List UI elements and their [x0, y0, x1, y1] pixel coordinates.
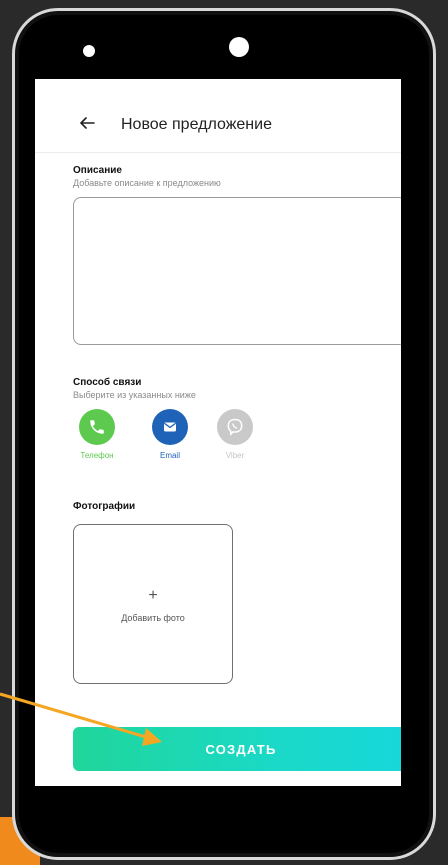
annotation-arrow-icon [0, 692, 162, 746]
photos-title: Фотографии [73, 501, 136, 512]
phone-icon [79, 409, 115, 445]
app-screen: Новое предложение Описание Добавьте опис… [35, 79, 401, 786]
description-textarea[interactable] [73, 197, 401, 345]
add-photo-label: Добавить фото [121, 613, 185, 623]
contact-label-viber: Viber [225, 451, 245, 460]
create-button-label: СОЗДАТЬ [205, 741, 277, 757]
description-subtitle: Добавьте описание к предложению [73, 178, 221, 188]
contact-label-email: Email [159, 451, 180, 460]
camera-dot [229, 37, 249, 57]
viber-icon [217, 409, 253, 445]
page-title: Новое предложение [121, 116, 272, 133]
contact-option-phone[interactable]: Телефон [72, 409, 122, 460]
app-bar: Новое предложение [35, 79, 401, 153]
contact-option-viber[interactable]: Viber [210, 409, 260, 460]
contact-option-email[interactable]: Email [145, 409, 195, 460]
add-photo-button[interactable]: + Добавить фото [73, 524, 233, 684]
contact-subtitle: Выберите из указанных ниже [73, 390, 196, 400]
contact-label-phone: Телефон [80, 451, 114, 460]
plus-icon: + [148, 587, 158, 604]
speaker-dot [83, 45, 95, 57]
contact-title: Способ связи [73, 377, 142, 388]
back-arrow-icon[interactable] [79, 115, 95, 131]
email-icon [152, 409, 188, 445]
description-title: Описание [73, 165, 122, 176]
